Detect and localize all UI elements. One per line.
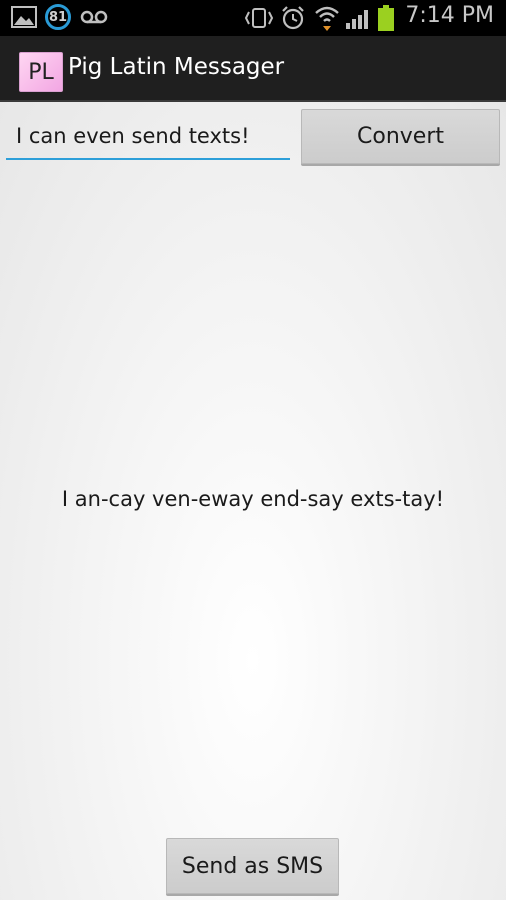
vibrate-icon bbox=[242, 6, 276, 34]
app-icon[interactable]: PL bbox=[19, 52, 63, 92]
signal-icon bbox=[344, 6, 372, 34]
app-title: Pig Latin Messager bbox=[68, 54, 285, 80]
message-input[interactable] bbox=[6, 114, 290, 160]
notification-count-icon: 81 bbox=[45, 4, 71, 30]
wifi-icon bbox=[314, 4, 340, 36]
result-text: I an-cay ven-eway end-say exts-tay! bbox=[61, 487, 445, 511]
battery-icon bbox=[377, 4, 395, 36]
send-sms-button[interactable]: Send as SMS bbox=[166, 838, 339, 894]
status-bar: 81 7:14 PM bbox=[0, 0, 506, 36]
status-time: 7:14 PM bbox=[405, 3, 494, 28]
alarm-icon bbox=[280, 5, 306, 35]
voicemail-icon bbox=[80, 8, 108, 32]
image-icon bbox=[10, 4, 38, 34]
main-content: Convert I an-cay ven-eway end-say exts-t… bbox=[0, 102, 506, 900]
convert-button[interactable]: Convert bbox=[301, 109, 500, 164]
action-bar: PL Pig Latin Messager bbox=[0, 36, 506, 102]
